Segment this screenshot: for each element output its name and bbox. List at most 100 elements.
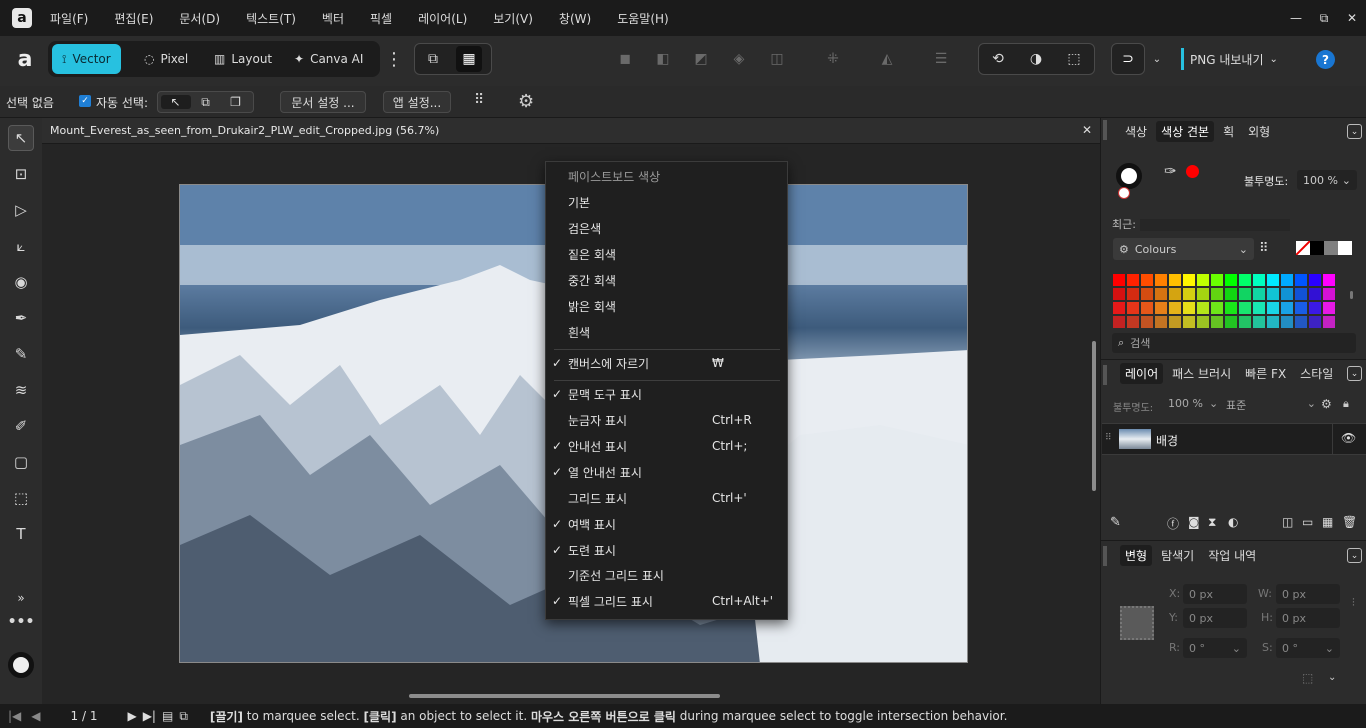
menu-view[interactable]: 보기(V) xyxy=(493,10,533,27)
color-swatch[interactable] xyxy=(1168,287,1182,301)
menu-vector[interactable]: 벡터 xyxy=(322,10,344,27)
document-tab-title[interactable]: Mount_Everest_as_seen_from_Drukair2_PLW_… xyxy=(50,124,439,137)
flip-icon[interactable]: ◭ xyxy=(874,46,900,72)
export-png-button[interactable]: PNG 내보내기 ⌄ xyxy=(1181,48,1289,70)
color-swatch[interactable] xyxy=(1196,273,1210,287)
add-layer-icon[interactable]: ◫ xyxy=(1282,515,1293,529)
persona-layout-button[interactable]: ▥ Layout xyxy=(204,44,282,74)
pixel-layer-icon[interactable]: ▦ xyxy=(1322,515,1333,529)
menu-item-guides[interactable]: ✓ 안내선 표시 Ctrl+; xyxy=(546,433,787,459)
black-swatch[interactable] xyxy=(1310,241,1324,255)
select-pointer-icon[interactable]: ↖ xyxy=(160,95,191,109)
color-swatch[interactable] xyxy=(1196,315,1210,329)
x-field[interactable]: 0 px xyxy=(1183,584,1247,604)
fx-icon[interactable]: ⓕ xyxy=(1167,515,1179,532)
color-swatch[interactable] xyxy=(1266,287,1280,301)
snapping-magnet-icon[interactable]: ⊃ xyxy=(1115,46,1141,72)
color-swatch[interactable] xyxy=(1210,287,1224,301)
vector-crop-tool-icon[interactable]: ◉ xyxy=(8,269,34,295)
color-swatch[interactable] xyxy=(1224,273,1238,287)
color-swatch[interactable] xyxy=(1238,287,1252,301)
app-settings-button[interactable]: 앱 설정... xyxy=(383,91,451,113)
close-window-button[interactable]: ✕ xyxy=(1338,11,1366,25)
persona-canva-ai-button[interactable]: ✦ Canva AI xyxy=(284,44,373,74)
shear-field[interactable]: 0 ° ⌄ xyxy=(1276,638,1340,658)
color-swatch[interactable] xyxy=(1280,273,1294,287)
menu-item-white[interactable]: 흰색 xyxy=(546,319,787,345)
boolean-subtract-icon[interactable]: ◧ xyxy=(650,46,676,72)
color-swatch[interactable] xyxy=(1154,315,1168,329)
mask-icon[interactable]: ◙ xyxy=(1188,515,1200,529)
gray-swatch[interactable] xyxy=(1324,241,1338,255)
rotation-field[interactable]: 0 ° ⌄ xyxy=(1183,638,1247,658)
color-swatch[interactable] xyxy=(1140,287,1154,301)
horizontal-scrollbar[interactable] xyxy=(409,694,720,698)
menu-item-bleed[interactable]: ✓ 도련 표시 xyxy=(546,537,787,563)
menu-item-clip-to-canvas[interactable]: ✓ 캔버스에 자르기 ₩ xyxy=(546,350,787,376)
color-swatch[interactable] xyxy=(1112,301,1126,315)
menu-document[interactable]: 문서(D) xyxy=(179,10,220,27)
menu-window[interactable]: 창(W) xyxy=(559,10,591,27)
shape-tool-icon[interactable]: ⬚ xyxy=(8,485,34,511)
color-swatch[interactable] xyxy=(1182,315,1196,329)
collapse-icon[interactable]: ⌄ xyxy=(1347,366,1362,381)
picked-color-swatch[interactable] xyxy=(1186,165,1199,178)
blend-mode-dropdown[interactable]: 표준 ⌄ xyxy=(1226,397,1316,413)
color-swatch[interactable] xyxy=(1294,273,1308,287)
menu-pixel[interactable]: 픽셀 xyxy=(370,10,392,27)
snapping-dropdown-icon[interactable]: ⌄ xyxy=(1144,46,1170,72)
move-tool-icon[interactable]: ↖ xyxy=(8,125,34,151)
color-swatch[interactable] xyxy=(1322,273,1336,287)
opacity-dropdown[interactable]: 100 % ⌄ xyxy=(1297,170,1357,190)
palette-dropdown[interactable]: ⚙ Colours ⌄ xyxy=(1113,238,1254,260)
boolean-xor-icon[interactable]: ◈ xyxy=(726,46,752,72)
first-page-icon[interactable]: |◀ xyxy=(8,709,21,723)
transform-origin-icon[interactable]: ⟲ xyxy=(985,46,1011,72)
color-swatch[interactable] xyxy=(1322,301,1336,315)
color-swatch[interactable] xyxy=(1266,273,1280,287)
tab-history[interactable]: 작업 내역 xyxy=(1203,545,1261,566)
color-swatch[interactable] xyxy=(1210,301,1224,315)
stroke-color-icon[interactable] xyxy=(1118,187,1130,199)
color-swatch[interactable] xyxy=(1294,315,1308,329)
text-frame-icon[interactable]: ⧉ xyxy=(420,46,446,72)
lock-icon[interactable]: 🔒︎ xyxy=(1343,397,1349,411)
menu-item-pixel-grid[interactable]: ✓ 픽셀 그리드 표시 Ctrl+Alt+' xyxy=(546,588,787,614)
color-swatch[interactable] xyxy=(1308,287,1322,301)
select-overlap-icon[interactable]: ⧉ xyxy=(191,95,221,110)
color-swatch[interactable] xyxy=(1224,287,1238,301)
help-icon[interactable]: ? xyxy=(1316,50,1335,69)
menu-item-default[interactable]: 기본 xyxy=(546,189,787,215)
color-swatch[interactable] xyxy=(1210,273,1224,287)
transform-options-icon[interactable]: ⬚ xyxy=(1302,671,1313,685)
menu-help[interactable]: 도움말(H) xyxy=(617,10,669,27)
color-swatch[interactable] xyxy=(1308,273,1322,287)
layer-settings-icon[interactable]: ⚙ xyxy=(1321,397,1332,411)
color-swatch[interactable] xyxy=(1196,301,1210,315)
w-field[interactable]: 0 px xyxy=(1276,584,1340,604)
color-swatch[interactable] xyxy=(1168,315,1182,329)
color-swatch[interactable] xyxy=(1280,287,1294,301)
color-swatch[interactable] xyxy=(1196,287,1210,301)
color-swatch[interactable] xyxy=(1112,273,1126,287)
tab-layers[interactable]: 레이어 xyxy=(1120,362,1164,384)
collapse-icon[interactable]: ⌄ xyxy=(1347,548,1362,563)
pen-tool-icon[interactable]: ✒ xyxy=(8,305,34,331)
tab-color[interactable]: 색상 xyxy=(1120,121,1152,142)
menu-text[interactable]: 텍스트(T) xyxy=(246,10,296,27)
none-swatch[interactable] xyxy=(1296,241,1310,255)
more-options-icon[interactable]: ⋮ xyxy=(381,46,407,72)
menu-item-margins[interactable]: ✓ 여백 표시 xyxy=(546,511,787,537)
color-swatch[interactable] xyxy=(1294,287,1308,301)
link-icon[interactable]: ⫶ xyxy=(1352,596,1355,610)
color-swatch[interactable] xyxy=(1224,301,1238,315)
menu-item-baseline-grid[interactable]: 기준선 그리드 표시 xyxy=(546,562,787,588)
color-swatch[interactable] xyxy=(1112,315,1126,329)
color-swatch[interactable] xyxy=(1140,315,1154,329)
menu-edit[interactable]: 편집(E) xyxy=(114,10,153,27)
anchor-point-icon[interactable] xyxy=(1120,606,1154,640)
color-swatch[interactable] xyxy=(1126,315,1140,329)
grid-view-icon[interactable]: ▦ xyxy=(456,46,482,72)
color-swatch[interactable] xyxy=(1294,301,1308,315)
y-field[interactable]: 0 px xyxy=(1183,608,1247,628)
